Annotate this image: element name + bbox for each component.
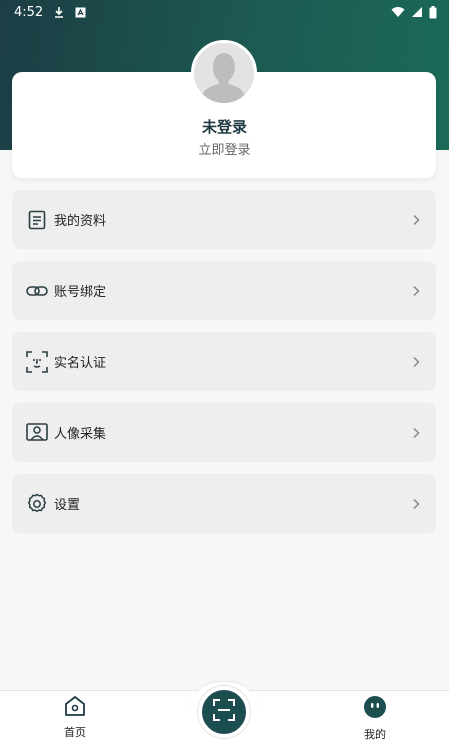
menu-item-real-name-verification[interactable]: 实名认证	[12, 332, 436, 391]
menu-item-portrait-collection[interactable]: 人像采集	[12, 403, 436, 462]
gear-icon	[26, 493, 48, 515]
profile-name: 未登录	[201, 118, 247, 136]
chevron-right-icon	[410, 285, 422, 297]
menu-item-settings[interactable]: 设置	[12, 474, 436, 533]
menu-item-account-binding[interactable]: 账号绑定	[12, 261, 436, 320]
login-link[interactable]: 立即登录	[0, 139, 449, 158]
status-bar: 4:52	[0, 0, 449, 24]
menu-item-my-profile[interactable]: 我的资料	[12, 190, 436, 249]
download-icon	[53, 6, 65, 18]
chevron-right-icon	[410, 356, 422, 368]
portrait-icon	[26, 422, 48, 444]
nav-home[interactable]: 首页	[45, 695, 105, 745]
nav-mine-label: 我的	[364, 728, 386, 741]
home-icon	[64, 695, 86, 721]
notification-a-icon	[75, 7, 86, 18]
nav-mine[interactable]: 我的	[345, 695, 405, 745]
cellular-icon	[411, 6, 423, 18]
face-scan-icon	[26, 350, 48, 373]
scan-icon	[213, 699, 235, 725]
chevron-right-icon	[410, 214, 422, 226]
scan-button[interactable]	[198, 686, 250, 738]
menu-item-label: 设置	[54, 498, 81, 513]
mine-icon	[363, 695, 387, 723]
document-icon	[26, 209, 48, 231]
wifi-icon	[391, 6, 405, 18]
status-time: 4:52	[14, 4, 44, 20]
menu-item-label: 账号绑定	[54, 285, 107, 300]
chevron-right-icon	[410, 427, 422, 439]
menu-item-label: 人像采集	[54, 427, 107, 442]
menu-item-label: 实名认证	[54, 356, 107, 371]
nav-home-label: 首页	[64, 726, 86, 739]
default-avatar-icon[interactable]	[191, 40, 257, 106]
battery-icon	[429, 5, 437, 19]
chevron-right-icon	[410, 498, 422, 510]
menu-item-label: 我的资料	[54, 214, 107, 229]
link-icon	[26, 280, 48, 302]
